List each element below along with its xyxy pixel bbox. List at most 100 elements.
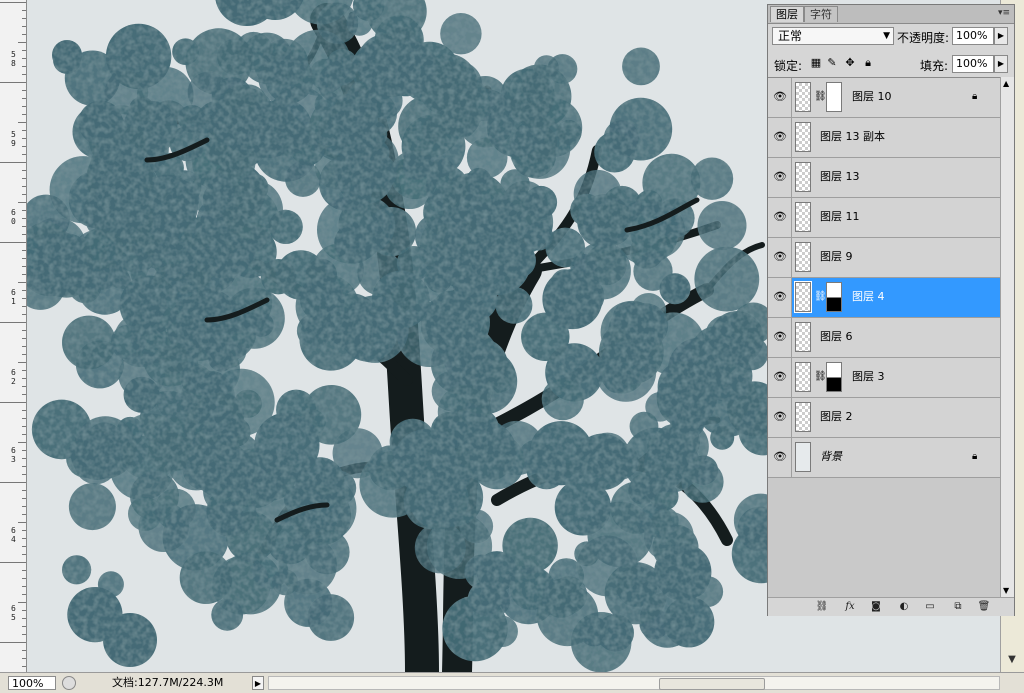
ruler-tick bbox=[0, 2, 26, 3]
layer-mask-thumbnail[interactable] bbox=[826, 82, 842, 112]
lock-position-move-icon[interactable]: ✥ bbox=[844, 57, 856, 69]
layer-name[interactable]: 图层 4 bbox=[852, 290, 885, 304]
ruler-tick bbox=[22, 114, 26, 115]
horizontal-scroll-thumb[interactable] bbox=[659, 678, 765, 690]
fill-input[interactable]: 100% bbox=[952, 55, 994, 73]
ruler-tick bbox=[22, 410, 26, 411]
ruler-tick bbox=[18, 282, 26, 283]
layer-row[interactable]: 👁︎ ⛓ 图层 3 bbox=[768, 358, 1000, 398]
layer-name[interactable]: 图层 13 副本 bbox=[820, 130, 885, 144]
layer-thumbnail[interactable] bbox=[795, 402, 811, 432]
blend-mode-select[interactable]: 正常 ▼ bbox=[772, 27, 894, 45]
scroll-down-arrow-icon[interactable]: ▼ bbox=[1004, 652, 1020, 668]
ruler-tick bbox=[22, 98, 26, 99]
zoom-icon[interactable] bbox=[62, 676, 76, 690]
eye-icon: 👁︎ bbox=[773, 450, 787, 463]
tab-layers[interactable]: 图层 bbox=[770, 6, 804, 22]
layer-thumbnail[interactable] bbox=[795, 322, 811, 352]
layer-name[interactable]: 图层 2 bbox=[820, 410, 853, 424]
mask-link-icon[interactable]: ⛓ bbox=[814, 291, 827, 303]
layer-mask-thumbnail[interactable] bbox=[826, 282, 842, 312]
ruler-tick bbox=[22, 50, 26, 51]
layer-row[interactable]: 👁︎ 背景 🔒︎ bbox=[768, 438, 1000, 478]
status-menu-arrow-icon[interactable]: ▶ bbox=[252, 676, 264, 690]
ruler-tick bbox=[22, 498, 26, 499]
panel-menu-icon[interactable]: ▾≡ bbox=[998, 8, 1010, 18]
layer-row[interactable]: 👁︎ 图层 9 bbox=[768, 238, 1000, 278]
lock-all-icon[interactable]: 🔒︎ bbox=[862, 57, 874, 69]
layer-name[interactable]: 图层 13 bbox=[820, 170, 860, 184]
zoom-field[interactable]: 100% bbox=[8, 676, 56, 690]
layer-mask-thumbnail[interactable] bbox=[826, 362, 842, 392]
layer-thumbnail[interactable] bbox=[795, 162, 811, 192]
opacity-input[interactable]: 100% bbox=[952, 27, 994, 45]
layer-row[interactable]: 👁︎ 图层 11 bbox=[768, 198, 1000, 238]
scroll-down-arrow-icon[interactable]: ▼ bbox=[1003, 586, 1009, 595]
layer-visibility-toggle[interactable]: 👁︎ bbox=[768, 118, 792, 157]
ruler-tick bbox=[22, 306, 26, 307]
link-layers-icon[interactable]: ⛓ bbox=[814, 600, 830, 614]
tab-character[interactable]: 字符 bbox=[804, 6, 838, 22]
layer-row[interactable]: 👁︎ ⛓ 图层 4 bbox=[768, 278, 1000, 318]
layer-visibility-toggle[interactable]: 👁︎ bbox=[768, 278, 792, 317]
layer-name[interactable]: 图层 10 bbox=[852, 90, 892, 104]
layer-row[interactable]: 👁︎ 图层 6 bbox=[768, 318, 1000, 358]
ruler-tick bbox=[22, 26, 26, 27]
opacity-slider-arrow-icon[interactable]: ▶ bbox=[994, 27, 1008, 45]
layer-thumbnail[interactable] bbox=[795, 362, 811, 392]
lock-transparency-icon[interactable]: ▦ bbox=[810, 57, 822, 69]
layer-name[interactable]: 图层 9 bbox=[820, 250, 853, 264]
layer-visibility-toggle[interactable]: 👁︎ bbox=[768, 238, 792, 277]
chevron-down-icon: ▼ bbox=[883, 31, 890, 41]
ruler-tick bbox=[22, 234, 26, 235]
layer-visibility-toggle[interactable]: 👁︎ bbox=[768, 318, 792, 357]
layer-row[interactable]: 👁︎ 图层 13 副本 bbox=[768, 118, 1000, 158]
ruler-tick bbox=[22, 330, 26, 331]
layer-visibility-toggle[interactable]: 👁︎ bbox=[768, 358, 792, 397]
ruler-tick bbox=[0, 82, 26, 83]
layer-thumbnail[interactable] bbox=[795, 202, 811, 232]
ruler-tick bbox=[22, 314, 26, 315]
layer-name[interactable]: 图层 3 bbox=[852, 370, 885, 384]
layer-visibility-toggle[interactable]: 👁︎ bbox=[768, 78, 792, 117]
ruler-tick bbox=[22, 570, 26, 571]
layer-visibility-toggle[interactable]: 👁︎ bbox=[768, 158, 792, 197]
horizontal-scrollbar[interactable] bbox=[268, 676, 1000, 690]
new-group-folder-icon[interactable]: ▭ bbox=[922, 600, 938, 614]
layer-style-fx-icon[interactable]: fx bbox=[842, 600, 858, 614]
ruler-tick bbox=[22, 354, 26, 355]
layer-thumbnail[interactable] bbox=[795, 82, 811, 112]
scroll-up-arrow-icon[interactable]: ▲ bbox=[1003, 79, 1009, 88]
mask-link-icon[interactable]: ⛓ bbox=[814, 371, 827, 383]
vertical-ruler[interactable]: 5 8 5 9 6 0 6 1 6 2 6 3 6 4 6 5 bbox=[0, 0, 27, 672]
ruler-tick bbox=[22, 18, 26, 19]
layer-name[interactable]: 图层 6 bbox=[820, 330, 853, 344]
layer-visibility-toggle[interactable]: 👁︎ bbox=[768, 398, 792, 437]
mask-link-icon[interactable]: ⛓ bbox=[814, 91, 827, 103]
delete-layer-trash-icon[interactable]: 🗑︎ bbox=[976, 600, 992, 614]
layer-name[interactable]: 背景 bbox=[820, 450, 842, 464]
layer-thumbnail[interactable] bbox=[794, 281, 812, 313]
layer-list-scrollbar[interactable]: ▲ ▼ bbox=[1000, 77, 1014, 597]
eye-icon: 👁︎ bbox=[773, 330, 787, 343]
layer-visibility-toggle[interactable]: 👁︎ bbox=[768, 198, 792, 237]
fill-slider-arrow-icon[interactable]: ▶ bbox=[994, 55, 1008, 73]
ruler-tick bbox=[22, 370, 26, 371]
ruler-tick bbox=[22, 618, 26, 619]
layer-thumbnail[interactable] bbox=[795, 242, 811, 272]
layer-row[interactable]: 👁︎ 图层 2 bbox=[768, 398, 1000, 438]
layer-visibility-toggle[interactable]: 👁︎ bbox=[768, 438, 792, 477]
lock-image-brush-icon[interactable]: ✎ bbox=[826, 57, 838, 69]
layer-name[interactable]: 图层 11 bbox=[820, 210, 860, 224]
adjustment-layer-icon[interactable]: ◐ bbox=[896, 600, 912, 614]
add-mask-icon[interactable]: ◙ bbox=[868, 600, 884, 614]
ruler-tick bbox=[22, 466, 26, 467]
layer-thumbnail[interactable] bbox=[795, 122, 811, 152]
layer-row[interactable]: 👁︎ ⛓ 图层 10 🔒︎ bbox=[768, 78, 1000, 118]
layer-row[interactable]: 👁︎ 图层 13 bbox=[768, 158, 1000, 198]
ruler-tick bbox=[22, 194, 26, 195]
layer-thumbnail[interactable] bbox=[795, 442, 811, 472]
ruler-tick bbox=[22, 218, 26, 219]
new-layer-icon[interactable]: ⧉ bbox=[950, 600, 966, 614]
ruler-label: 5 9 bbox=[11, 130, 16, 148]
